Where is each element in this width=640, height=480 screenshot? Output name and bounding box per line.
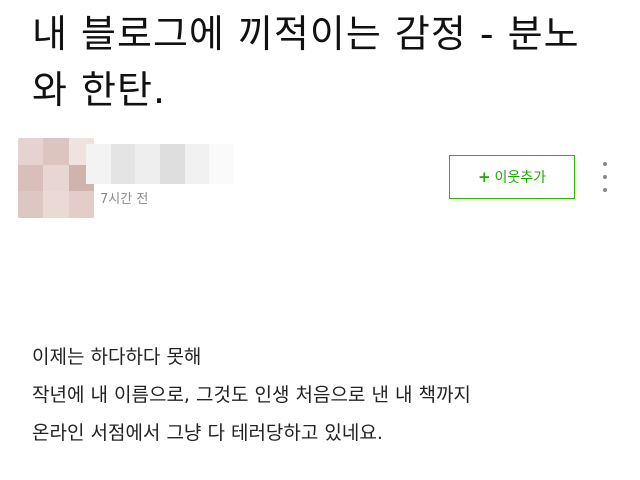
body-line: 작년에 내 이름으로, 그것도 인생 처음으로 낸 내 책까지 bbox=[32, 384, 471, 406]
post-title: 내 블로그에 끼적이는 감정 - 분노와 한탄. bbox=[32, 12, 580, 112]
post-time: 7시간 전 bbox=[100, 192, 149, 207]
add-neighbor-label: 이웃추가 bbox=[494, 170, 547, 186]
body-line: 온라인 서점에서 그냥 다 테러당하고 있네요. bbox=[32, 422, 383, 444]
post-body: 이제는 하다하다 못해 작년에 내 이름으로, 그것도 인생 처음으로 낸 내 … bbox=[32, 338, 622, 452]
author-avatar[interactable] bbox=[18, 138, 94, 218]
author-name-blurred[interactable] bbox=[86, 144, 234, 184]
author-row: 7시간 전 + 이웃추가 bbox=[0, 138, 640, 220]
body-line: 이제는 하다하다 못해 bbox=[32, 346, 202, 368]
plus-icon: + bbox=[477, 168, 491, 186]
add-neighbor-button[interactable]: + 이웃추가 bbox=[449, 155, 575, 199]
vertical-ellipsis-icon[interactable] bbox=[596, 162, 614, 192]
